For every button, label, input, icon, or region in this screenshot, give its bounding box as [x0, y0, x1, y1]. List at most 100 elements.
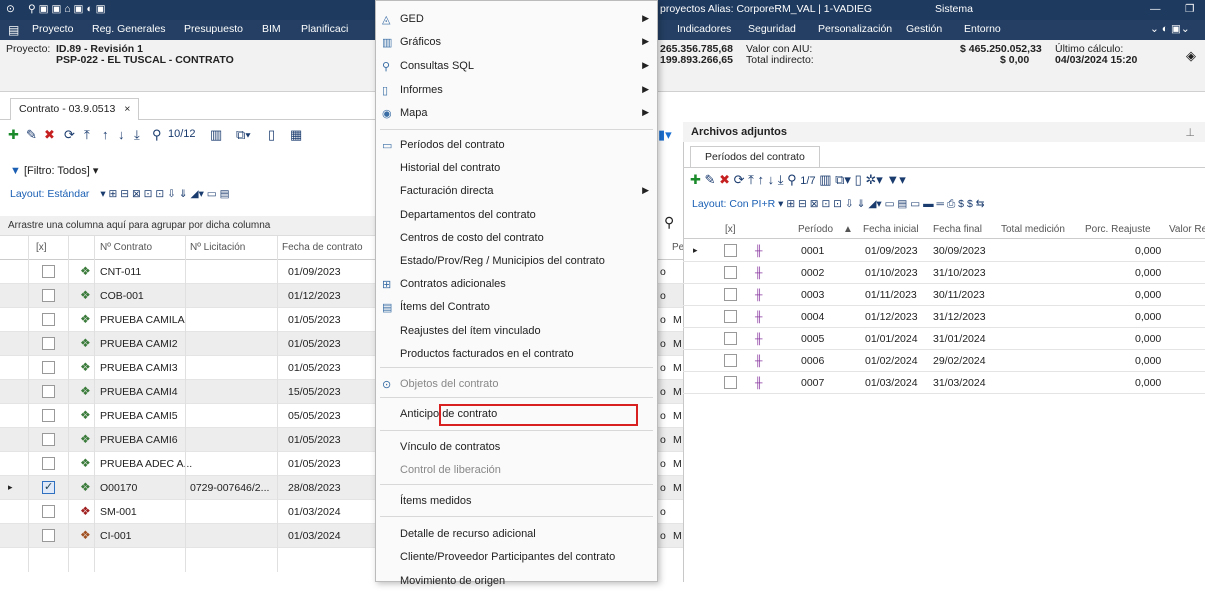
menu-icon[interactable]: ▤ — [8, 23, 19, 37]
menu-participantes[interactable]: Cliente/Proveedor Participantes del cont… — [376, 547, 657, 569]
menu-contratos-adicionales[interactable]: ⊞ Contratos adicionales — [376, 274, 657, 296]
period-row[interactable]: ╫ 0004 01/12/2023 31/12/2023 0,000 — [683, 306, 1205, 328]
last-icon[interactable]: ⤓ — [778, 172, 784, 187]
calculate-icon[interactable]: ◈ — [1186, 48, 1196, 64]
row-checkbox[interactable] — [42, 361, 55, 374]
row-checkbox[interactable] — [42, 337, 55, 350]
col-fecha-inicial[interactable]: Fecha inicial — [863, 224, 919, 235]
col-fecha-final[interactable]: Fecha final — [933, 224, 982, 235]
col-licitacion[interactable]: Nº Licitación — [190, 242, 245, 253]
first-icon[interactable]: ⤒ — [748, 172, 754, 187]
menu-ged[interactable]: ◬ GED ▶ — [376, 9, 657, 31]
edit-icon[interactable]: ✎ — [705, 172, 716, 187]
menu-objetos[interactable]: ⊙ Objetos del contrato — [376, 374, 657, 396]
delete-icon[interactable]: ✖ — [719, 172, 730, 187]
row-checkbox[interactable] — [724, 310, 737, 323]
menu-reg-generales[interactable]: Reg. Generales — [92, 23, 166, 35]
add-icon[interactable]: ✚ — [690, 172, 701, 187]
layout-tools-icons[interactable]: ▾ ⊞ ⊟ ⊠ ⊡ ⊡ ⇩ ⇓ ◢▾ ▭ ▤ ▭ ▬ ═ ⎙ $ $ ⇆ — [778, 198, 984, 210]
tab-contrato[interactable]: Contrato - 03.9.0513 × — [10, 98, 140, 120]
menu-indicadores[interactable]: Indicadores — [677, 23, 731, 35]
col-select[interactable]: [x] — [36, 242, 47, 253]
close-icon[interactable]: × — [124, 103, 130, 115]
window-options-icon[interactable]: ⌄ ◐ ▣⌄ — [1150, 23, 1190, 35]
refresh-icon[interactable]: ⟳ — [734, 172, 745, 187]
search-icon[interactable]: ⚲ — [787, 172, 797, 187]
col-select[interactable]: [x] — [725, 224, 736, 235]
filter-icon[interactable]: ▼▾ — [886, 172, 905, 187]
row-checkbox[interactable] — [724, 354, 737, 367]
col-numero[interactable]: Nº Contrato — [100, 242, 152, 253]
columns-icon[interactable]: ▥ — [819, 172, 831, 187]
menu-items-contrato[interactable]: ▤ Ítems del Contrato — [376, 297, 657, 319]
menu-centros-costo[interactable]: Centros de costo del contrato — [376, 228, 657, 250]
filter-dropdown[interactable]: ▼ [Filtro: Todos] ▾ — [10, 164, 98, 177]
menu-graficos[interactable]: ▥ Gráficos ▶ — [376, 32, 657, 54]
document-icon[interactable]: ▯ — [855, 172, 862, 187]
period-row[interactable]: ▸ ╫ 0001 01/09/2023 30/09/2023 0,000 — [683, 240, 1205, 262]
layout-selector[interactable]: Layout: Estándar ▾ ⊞ ⊟ ⊠ ⊡ ⊡ ⇩ ⇓ ◢▾ ▭ ▤ — [10, 188, 230, 200]
row-checkbox[interactable] — [42, 385, 55, 398]
row-checkbox[interactable]: ✓ — [42, 481, 55, 494]
maximize-icon[interactable]: ❐ — [1185, 3, 1194, 15]
menu-facturacion[interactable]: Facturación directa ▶ — [376, 181, 657, 203]
search-icon[interactable]: ⚲ — [152, 127, 162, 143]
menu-proyecto[interactable]: Proyecto — [32, 23, 73, 35]
delete-icon[interactable]: ✖ — [44, 127, 55, 143]
period-row[interactable]: ╫ 0003 01/11/2023 30/11/2023 0,000 — [683, 284, 1205, 306]
row-checkbox[interactable] — [42, 505, 55, 518]
menu-consultas-sql[interactable]: ⚲ Consultas SQL ▶ — [376, 56, 657, 78]
menu-productos-facturados[interactable]: Productos facturados en el contrato — [376, 344, 657, 366]
row-checkbox[interactable] — [42, 457, 55, 470]
add-icon[interactable]: ✚ — [8, 127, 19, 143]
search-icon-right[interactable]: ⚲ — [664, 214, 674, 231]
menu-periodos[interactable]: ▭ Períodos del contrato — [376, 135, 657, 157]
last-icon[interactable]: ⤓ — [134, 127, 140, 143]
row-checkbox[interactable] — [724, 288, 737, 301]
export-icon[interactable]: ⧉▾ — [236, 127, 251, 143]
col-porc-reajuste[interactable]: Porc. Reajuste — [1085, 224, 1151, 235]
menu-historial[interactable]: Historial del contrato — [376, 158, 657, 180]
menu-entorno[interactable]: Entorno — [964, 23, 1001, 35]
row-checkbox[interactable] — [42, 265, 55, 278]
quick-toolbar-icons[interactable]: ⚲ ▣ ▣ ⌂ ▣ ◐ ▣ — [28, 3, 106, 15]
row-checkbox[interactable] — [724, 244, 737, 257]
row-checkbox[interactable] — [724, 332, 737, 345]
menu-presupuesto[interactable]: Presupuesto — [184, 23, 243, 35]
document-icon[interactable]: ▯ — [268, 127, 275, 143]
row-checkbox[interactable] — [724, 266, 737, 279]
period-row[interactable]: ╫ 0007 01/03/2024 31/03/2024 0,000 — [683, 372, 1205, 394]
menu-departamentos[interactable]: Departamentos del contrato — [376, 205, 657, 227]
tab-periodos[interactable]: Períodos del contrato — [690, 146, 820, 167]
periods-layout-selector[interactable]: Layout: Con PI+R ▾ ⊞ ⊟ ⊠ ⊡ ⊡ ⇩ ⇓ ◢▾ ▭ ▤ … — [692, 198, 985, 211]
period-row[interactable]: ╫ 0002 01/10/2023 31/10/2023 0,000 — [683, 262, 1205, 284]
down-icon[interactable]: ↓ — [118, 127, 125, 142]
columns-icon[interactable]: ▥ — [210, 127, 222, 143]
row-checkbox[interactable] — [42, 409, 55, 422]
export-icon[interactable]: ⧉▾ — [835, 172, 851, 187]
minimize-icon[interactable]: — — [1150, 3, 1161, 15]
menu-mapa[interactable]: ◉ Mapa ▶ — [376, 103, 657, 125]
col-periodo[interactable]: Período — [798, 224, 833, 235]
row-checkbox[interactable] — [42, 289, 55, 302]
menu-municipios[interactable]: Estado/Prov/Reg / Municipios del contrat… — [376, 251, 657, 273]
refresh-icon[interactable]: ⟳ — [64, 127, 75, 143]
menu-bim[interactable]: BIM — [262, 23, 281, 35]
col-valor-reajuste[interactable]: Valor Re — [1169, 224, 1205, 235]
gear-icon[interactable]: ✲▾ — [865, 172, 882, 187]
calculator-icon[interactable]: ▦ — [290, 127, 302, 143]
up-icon[interactable]: ↑ — [758, 172, 765, 187]
period-row[interactable]: ╫ 0006 01/02/2024 29/02/2024 0,000 — [683, 350, 1205, 372]
period-row[interactable]: ╫ 0005 01/01/2024 31/01/2024 0,000 — [683, 328, 1205, 350]
row-checkbox[interactable] — [42, 433, 55, 446]
menu-seguridad[interactable]: Seguridad — [748, 23, 796, 35]
up-icon[interactable]: ↑ — [102, 127, 109, 142]
row-checkbox[interactable] — [42, 529, 55, 542]
menu-items-medidos[interactable]: Ítems medidos — [376, 491, 657, 513]
down-icon[interactable]: ↓ — [768, 172, 775, 187]
menu-informes[interactable]: ▯ Informes ▶ — [376, 80, 657, 102]
col-total-medicion[interactable]: Total medición — [1001, 224, 1065, 235]
menu-movimiento-origen[interactable]: Movimiento de origen — [376, 571, 657, 593]
row-checkbox[interactable] — [724, 376, 737, 389]
app-icon[interactable]: ⊙ — [6, 3, 15, 15]
